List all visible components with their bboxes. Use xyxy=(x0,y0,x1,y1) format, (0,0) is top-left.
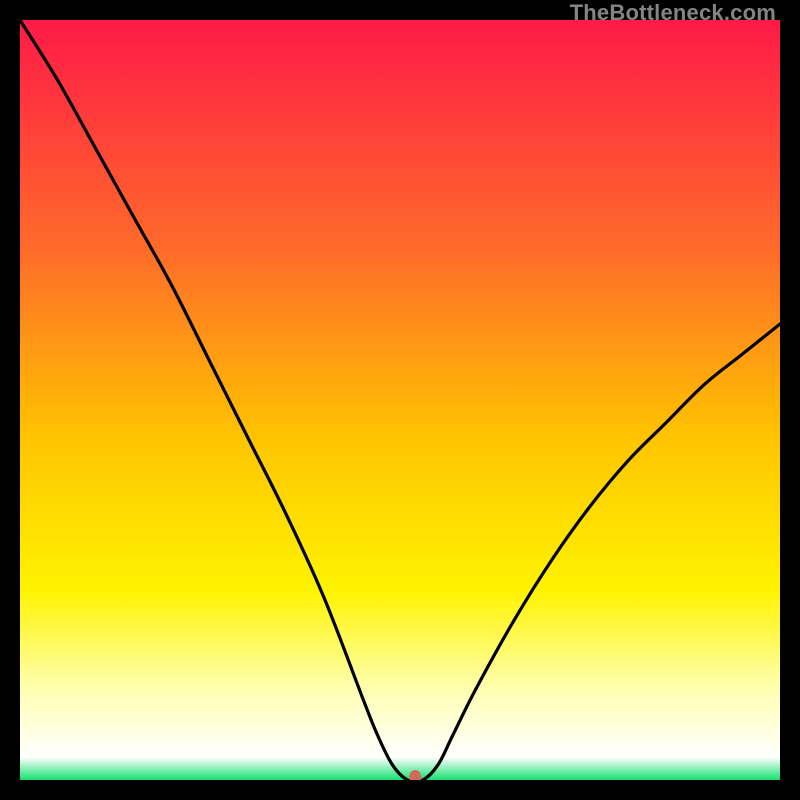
gradient-background xyxy=(20,20,780,780)
chart-frame xyxy=(20,20,780,780)
bottleneck-chart xyxy=(20,20,780,780)
watermark-text: TheBottleneck.com xyxy=(570,0,776,26)
